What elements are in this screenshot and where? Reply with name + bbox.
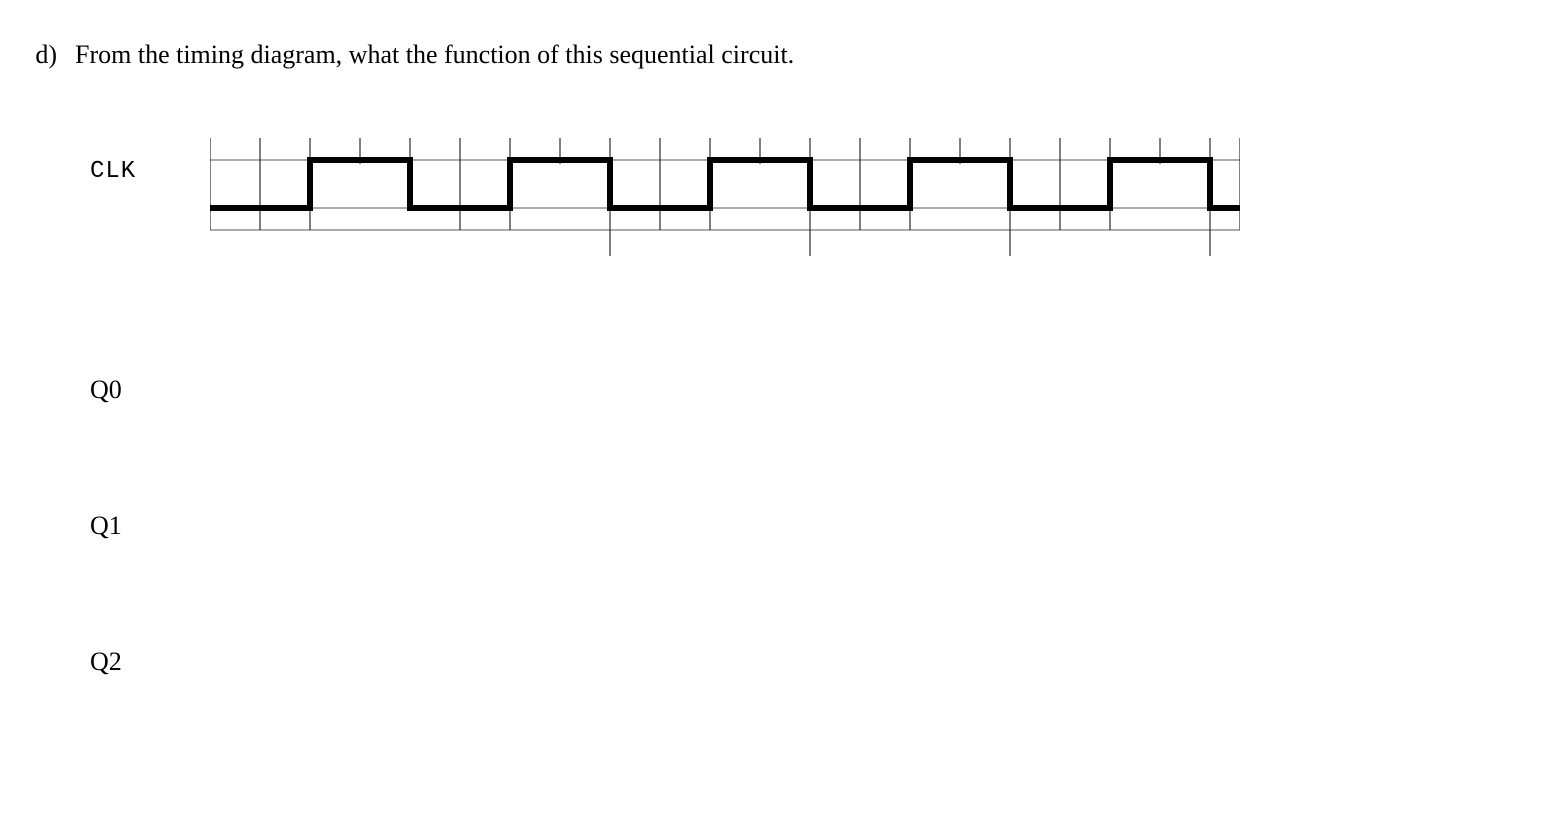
timing-diagram: CLK: [20, 130, 1538, 675]
question-line: d) From the timing diagram, what the fun…: [20, 40, 1538, 70]
signal-row-q2: Q2: [90, 649, 1538, 675]
signal-row-clk: CLK: [90, 130, 1538, 267]
question-marker: d): [20, 40, 75, 70]
question-body: From the timing diagram, what the functi…: [75, 40, 794, 70]
signal-row-q1: Q1: [90, 513, 1538, 539]
signal-label-q1: Q1: [90, 513, 210, 539]
signal-label-q0: Q0: [90, 377, 210, 403]
signal-label-clk: CLK: [90, 130, 210, 184]
signal-label-q2: Q2: [90, 649, 210, 675]
clk-waveform: [210, 130, 1240, 267]
signal-row-q0: Q0: [90, 377, 1538, 403]
